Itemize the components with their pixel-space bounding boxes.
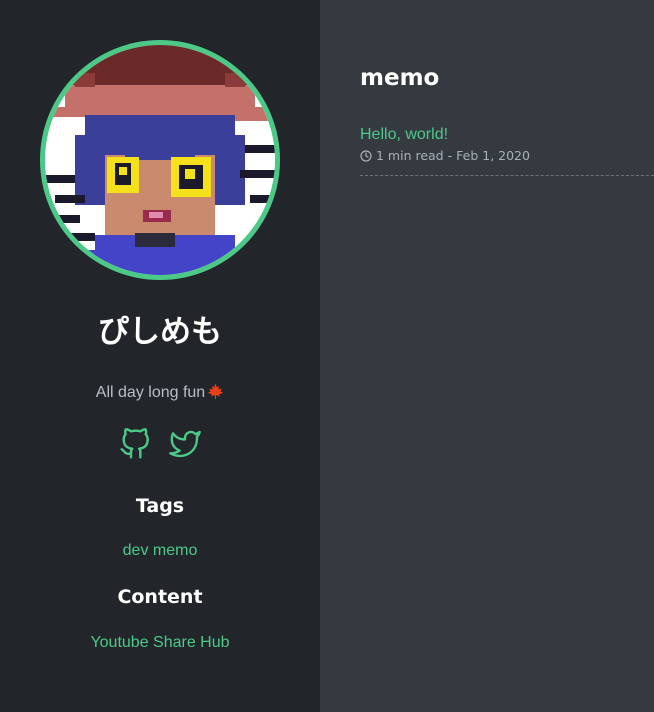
tags-heading: Tags [135,495,185,517]
maple-leaf-icon [207,383,224,400]
social-links [0,428,320,460]
post-list-item: Hello, world! 1 min read - Feb 1, 2020 [360,123,654,176]
tagline: All day long fun [0,381,320,405]
clock-icon [360,150,372,162]
github-link[interactable] [119,428,151,460]
content-heading: Content [117,586,203,608]
avatar-link[interactable] [40,40,280,280]
post-title-link[interactable]: Hello, world! [360,123,654,147]
github-icon [120,428,149,459]
avatar [45,45,275,275]
tagline-text: All day long fun [95,384,206,401]
page-layout: ぴしめも All day long fun Tags dev memo Cont… [0,0,654,712]
page-title: memo [360,65,440,91]
tag-link-memo[interactable]: memo [153,542,197,559]
post-meta-separator: - [447,148,453,163]
content-link-youtube-share-hub[interactable]: Youtube Share Hub [90,634,229,651]
content-list: Youtube Share Hub [0,631,320,655]
tag-link-dev[interactable]: dev [123,542,149,559]
site-title: ぴしめも [98,314,222,350]
post-read-time: 1 min read [376,148,444,163]
twitter-icon [169,430,201,458]
post-date: Feb 1, 2020 [456,148,530,163]
twitter-link[interactable] [169,428,201,460]
post-meta: 1 min read - Feb 1, 2020 [360,147,654,165]
sidebar: ぴしめも All day long fun Tags dev memo Cont… [0,0,320,712]
main-content: memo Hello, world! 1 min read - Feb 1, 2… [320,0,654,712]
tag-list: dev memo [0,539,320,563]
